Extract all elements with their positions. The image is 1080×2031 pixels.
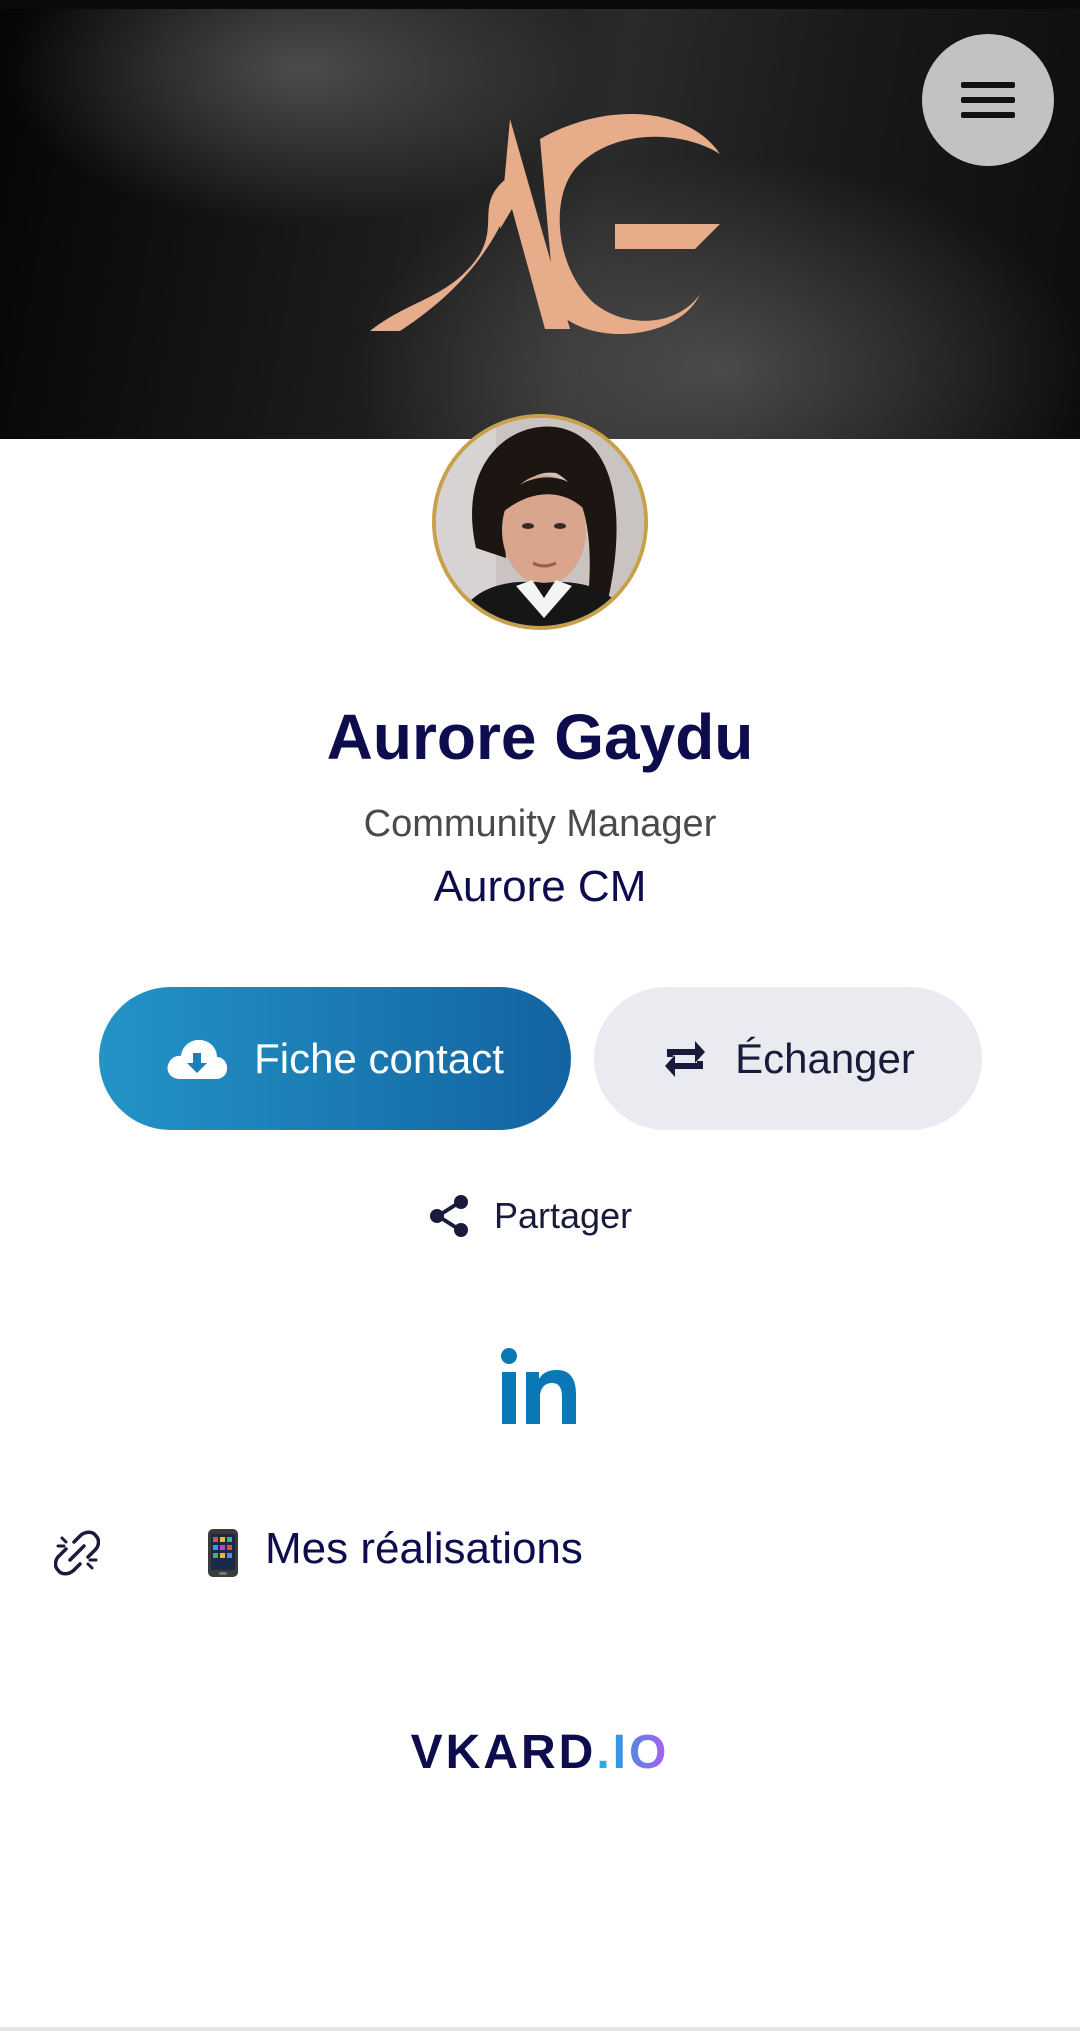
ag-logo: AG — [370, 113, 720, 335]
link-item-mes-realisations[interactable]: Mes réalisations — [0, 1520, 1080, 1590]
cloud-download-icon — [167, 1039, 228, 1079]
bottom-divider — [0, 2027, 1080, 2031]
vkard-brand-logo[interactable]: VKARD.IO — [0, 1725, 1080, 1780]
link-label: Mes réalisations — [265, 1524, 583, 1573]
brand-main: VKARD — [410, 1726, 597, 1779]
broken-link-icon — [54, 1530, 100, 1576]
linkedin-icon[interactable] — [500, 1348, 580, 1428]
profile-name: Aurore Gaydu — [326, 701, 754, 773]
brand-dot: . — [596, 1726, 613, 1779]
job-title: Community Manager — [363, 803, 717, 845]
company-name: Aurore CM — [433, 862, 647, 911]
menu-button[interactable] — [922, 34, 1054, 166]
profile-avatar — [432, 414, 648, 630]
share-icon — [430, 1195, 468, 1237]
share-button[interactable]: Partager — [428, 1188, 632, 1244]
brand-suffix: IO — [612, 1726, 670, 1779]
contact-card-label: Fiche contact — [254, 1034, 504, 1082]
repeat-arrows-icon — [665, 1040, 706, 1077]
avatar-portrait — [436, 418, 644, 626]
hamburger-menu-icon — [961, 82, 1015, 118]
mobile-phone-icon — [208, 1529, 238, 1577]
status-strip — [0, 0, 1080, 9]
exchange-button[interactable]: Échanger — [594, 987, 982, 1130]
contact-card-button[interactable]: Fiche contact — [99, 987, 571, 1130]
exchange-label: Échanger — [735, 1034, 915, 1082]
cover-banner: AG — [0, 9, 1080, 439]
share-label: Partager — [494, 1195, 633, 1236]
